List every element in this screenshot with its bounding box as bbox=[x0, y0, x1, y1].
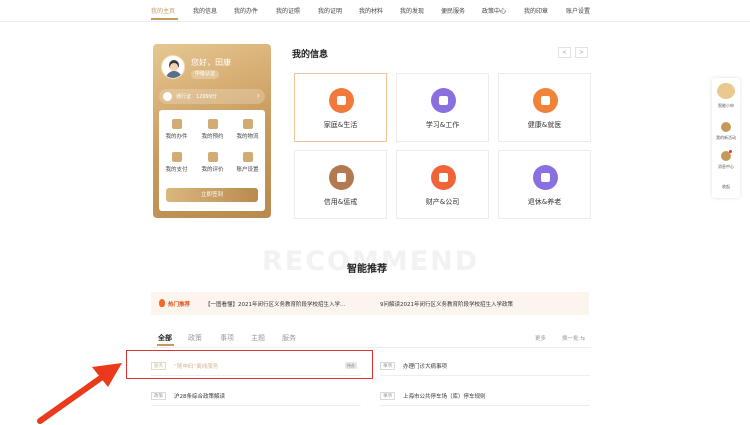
side-item-messages[interactable]: 消息中心 bbox=[712, 164, 740, 170]
points-bar[interactable]: 通行证 12999分 › bbox=[159, 89, 265, 104]
calendar-icon bbox=[207, 119, 218, 129]
more-link[interactable]: 更多 bbox=[535, 334, 546, 342]
avatar[interactable] bbox=[161, 55, 185, 79]
prev-page-button[interactable]: < bbox=[558, 47, 571, 58]
nav-active-indicator bbox=[151, 18, 178, 20]
home-icon bbox=[329, 88, 354, 113]
gear-icon bbox=[242, 152, 253, 162]
info-card-family-life[interactable]: 家庭&生活 bbox=[294, 73, 387, 142]
list-item[interactable]: 事项 办理门诊大病事项 bbox=[380, 356, 590, 376]
nav-item-certificates[interactable]: 我的证明 bbox=[318, 6, 342, 15]
activity-icon bbox=[721, 122, 731, 132]
quick-item-reviews[interactable]: 我的评价 bbox=[196, 152, 229, 173]
unread-dot bbox=[729, 150, 732, 153]
nav-item-materials[interactable]: 我的材料 bbox=[359, 6, 383, 15]
profile-card: 您好，田康 中级认证 通行证 12999分 › 我的办件 我的预约 我的物流 我… bbox=[153, 44, 271, 218]
pointer-arrow-icon bbox=[37, 363, 122, 424]
item-tag: 政策 bbox=[151, 392, 166, 400]
wallet-icon bbox=[171, 152, 182, 162]
nav-item-services[interactable]: 便民服务 bbox=[441, 6, 465, 15]
tabs-divider bbox=[151, 347, 591, 348]
hot-label: 热门推荐 bbox=[168, 302, 191, 308]
list-item[interactable]: 事项 上海市公共停车场（库）停车规则 bbox=[380, 386, 590, 406]
top-nav: 我的主页 我的信息 我的办件 我的证照 我的证明 我的材料 我的发现 便民服务 … bbox=[0, 0, 750, 22]
tab-policy[interactable]: 政策 bbox=[188, 333, 202, 343]
info-section-title: 我的信息 bbox=[292, 50, 329, 60]
side-item-activity[interactable]: 我的新活动 bbox=[712, 135, 740, 141]
item-tag: 事项 bbox=[380, 392, 395, 400]
nav-item-policy[interactable]: 政策中心 bbox=[482, 6, 506, 15]
floating-sidebar: 智能小申 我的新活动 消息中心 收起 bbox=[712, 78, 740, 198]
nav-item-cases[interactable]: 我的办件 bbox=[234, 6, 258, 15]
item-text: 办理门诊大病事项 bbox=[403, 364, 448, 370]
item-text: 沪28条综合政策解读 bbox=[174, 394, 225, 400]
assistant-robot-icon[interactable] bbox=[717, 83, 735, 99]
chevron-right-icon: › bbox=[256, 91, 260, 100]
hot-item[interactable]: 9问解读2021年闵行区义务教育阶段学校招生入学政策 bbox=[380, 300, 513, 308]
points-text: 通行证 12999分 bbox=[176, 94, 217, 100]
hot-item[interactable]: 【一图看懂】2021年闵行区义务教育阶段学校招生入学… bbox=[205, 300, 346, 308]
greeting-text: 您好，田康 bbox=[191, 58, 231, 67]
tab-matters[interactable]: 事项 bbox=[220, 333, 234, 343]
info-card-health[interactable]: 健康&就医 bbox=[498, 73, 591, 142]
nav-item-home[interactable]: 我的主页 bbox=[151, 6, 175, 15]
quick-actions: 我的办件 我的预约 我的物流 我的支付 我的评价 账户设置 立即签到 bbox=[159, 110, 265, 211]
comment-icon bbox=[207, 152, 218, 162]
medical-kit-icon bbox=[533, 88, 558, 113]
hot-recommend-bar: 热门推荐 【一图看懂】2021年闵行区义务教育阶段学校招生入学… 9问解读202… bbox=[151, 292, 589, 315]
item-text: 上海市公共停车场（库）停车规则 bbox=[403, 394, 486, 400]
info-card-study-work[interactable]: 学习&工作 bbox=[396, 73, 489, 142]
quick-item-appointments[interactable]: 我的预约 bbox=[196, 119, 229, 140]
quick-item-settings[interactable]: 账户设置 bbox=[231, 152, 264, 173]
nav-item-discover[interactable]: 我的发现 bbox=[400, 6, 424, 15]
nav-item-seals[interactable]: 我的印章 bbox=[524, 6, 548, 15]
highlight-box bbox=[126, 350, 373, 379]
nav-item-info[interactable]: 我的信息 bbox=[193, 6, 217, 15]
trend-icon bbox=[329, 165, 354, 190]
info-card-retirement[interactable]: 退休&养老 bbox=[498, 150, 591, 219]
tab-services[interactable]: 服务 bbox=[282, 333, 296, 343]
truck-icon bbox=[242, 119, 253, 129]
recommend-title: 智能推荐 bbox=[347, 264, 387, 275]
coin-icon bbox=[163, 92, 172, 101]
edit-icon bbox=[171, 119, 182, 129]
next-page-button[interactable]: > bbox=[575, 47, 588, 58]
tab-all[interactable]: 全部 bbox=[158, 333, 172, 343]
list-item[interactable]: 政策 沪28条综合政策解读 bbox=[151, 386, 361, 406]
info-card-credit[interactable]: 信用&惩戒 bbox=[294, 150, 387, 219]
item-tag: 事项 bbox=[380, 362, 395, 370]
tab-active-indicator bbox=[157, 344, 174, 346]
quick-item-my-cases[interactable]: 我的办件 bbox=[160, 119, 193, 140]
side-item-assistant[interactable]: 智能小申 bbox=[712, 103, 740, 109]
side-collapse[interactable]: 收起 bbox=[712, 184, 740, 190]
certification-badge[interactable]: 中级认证 bbox=[191, 70, 220, 79]
monitor-icon bbox=[431, 88, 456, 113]
tab-topics[interactable]: 主题 bbox=[251, 333, 265, 343]
flame-icon bbox=[159, 299, 165, 307]
refresh-link[interactable]: 换一批 ⇆ bbox=[562, 334, 585, 342]
quick-item-logistics[interactable]: 我的物流 bbox=[231, 119, 264, 140]
checkin-button[interactable]: 立即签到 bbox=[166, 188, 258, 202]
nav-item-licenses[interactable]: 我的证照 bbox=[276, 6, 300, 15]
nav-item-account[interactable]: 账户设置 bbox=[566, 6, 590, 15]
quick-item-payments[interactable]: 我的支付 bbox=[160, 152, 193, 173]
elder-icon bbox=[533, 165, 558, 190]
building-icon bbox=[431, 165, 456, 190]
info-card-property[interactable]: 财产&公司 bbox=[396, 150, 489, 219]
